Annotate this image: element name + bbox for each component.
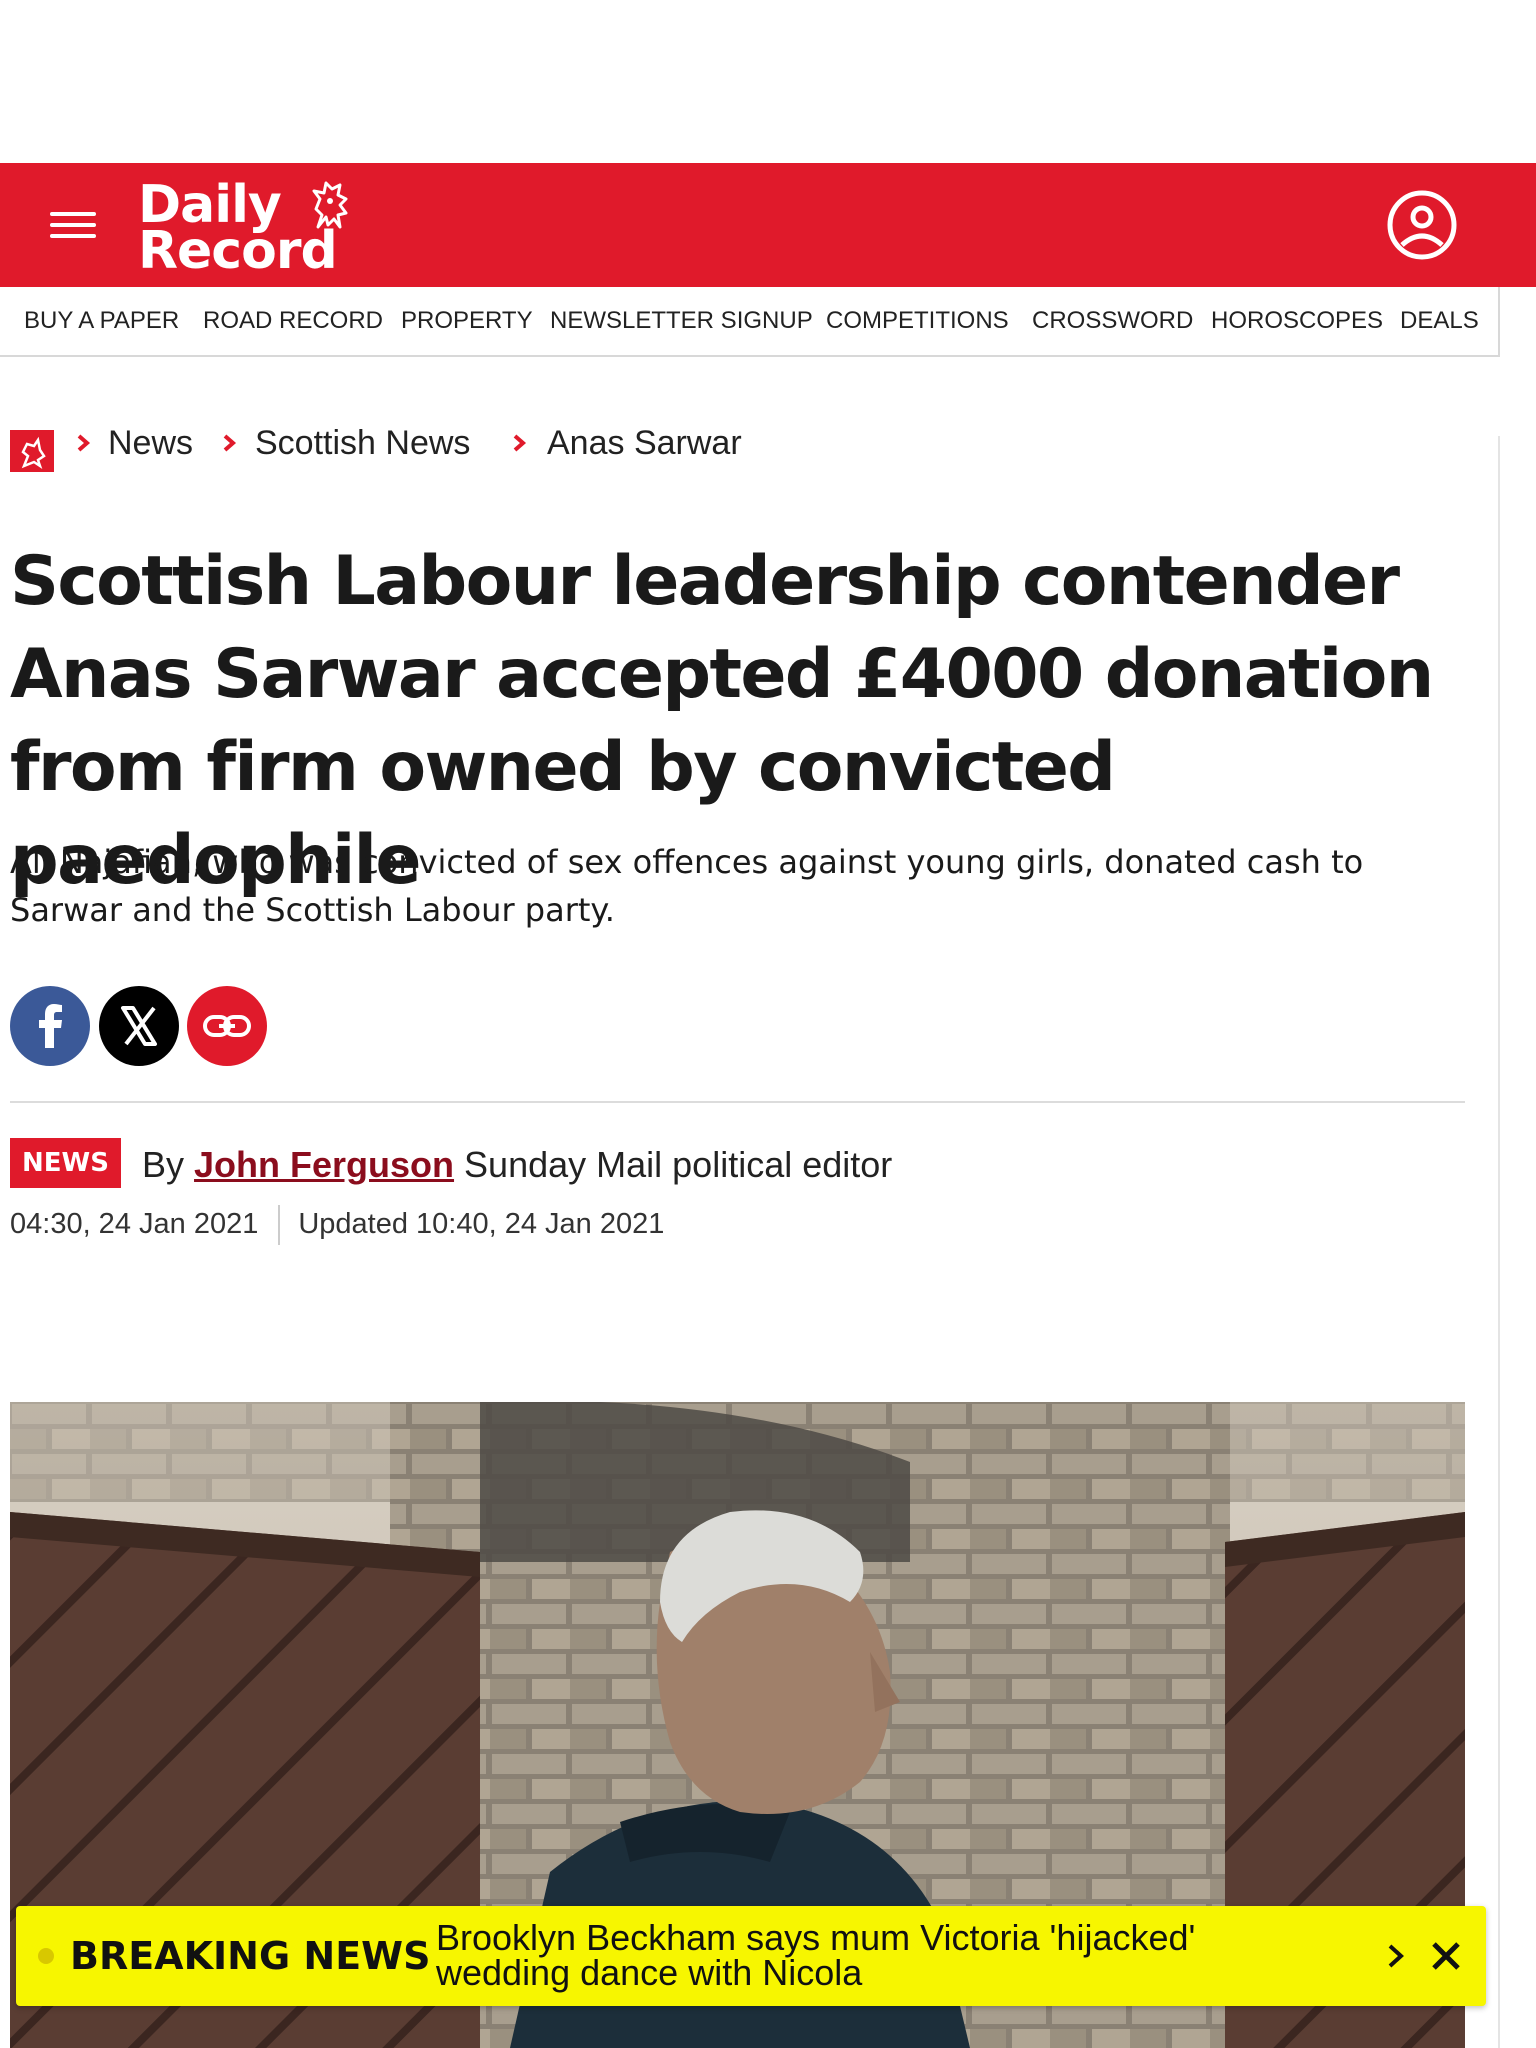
content-column-edge [1498,436,1500,2048]
close-icon[interactable] [1424,1934,1468,1978]
live-dot-icon [38,1948,54,1964]
nav-competitions[interactable]: COMPETITIONS [826,287,1009,355]
byline-prefix: By [142,1144,185,1185]
site-header: Daily Record [0,163,1536,287]
breaking-news-label: BREAKING NEWS [70,1934,431,1978]
top-blank-area [0,0,1536,163]
share-divider [10,1101,1465,1103]
date-separator [278,1205,281,1246]
copy-link-icon [203,1015,251,1037]
nav-property[interactable]: PROPERTY [401,287,533,355]
facebook-icon [39,1004,62,1048]
breaking-news-bar: BREAKING NEWS Brooklyn Beckham says mum … [16,1906,1486,2006]
daily-record-logo[interactable]: Daily Record [138,175,378,279]
nav-deals[interactable]: DEALS [1400,287,1479,355]
author-role: Sunday Mail political editor [464,1144,893,1185]
share-x-button[interactable] [99,986,179,1066]
nav-crossword[interactable]: CROSSWORD [1032,287,1193,355]
account-user-icon[interactable] [1386,189,1458,261]
share-copy-link-button[interactable] [187,986,267,1066]
nav-horoscopes[interactable]: HOROSCOPES [1211,287,1383,355]
breadcrumb-anas-sarwar[interactable]: Anas Sarwar [547,420,742,466]
updated-time: Updated 10:40, 24 Jan 2021 [298,1208,665,1240]
chevron-right-icon [223,434,237,452]
published-time: 04:30, 24 Jan 2021 [10,1208,259,1240]
top-navigation: BUY A PAPER ROAD RECORD PROPERTY NEWSLET… [0,287,1500,357]
breadcrumb-news[interactable]: News [108,420,193,466]
chevron-right-icon [77,434,91,452]
nav-road-record[interactable]: ROAD RECORD [203,287,383,355]
author-link[interactable]: John Ferguson [194,1144,454,1185]
nav-newsletter-signup[interactable]: NEWSLETTER SIGNUP [550,287,813,355]
article-dates: 04:30, 24 Jan 2021 Updated 10:40, 24 Jan … [10,1202,664,1246]
lion-home-icon[interactable] [10,430,54,472]
chevron-right-icon[interactable] [1376,1936,1416,1976]
article-standfirst: Ali Najafian, who was convicted of sex o… [10,843,1364,929]
breadcrumb: News Scottish News Anas Sarwar [10,420,1490,472]
byline: By John Ferguson Sunday Mail political e… [142,1142,892,1188]
nav-buy-a-paper[interactable]: BUY A PAPER [24,287,179,355]
breaking-news-headline[interactable]: Brooklyn Beckham says mum Victoria 'hija… [436,1920,1336,1991]
hamburger-menu-icon[interactable] [50,208,96,242]
lion-rampant-icon [312,181,348,229]
section-badge[interactable]: NEWS [10,1138,121,1188]
chevron-right-icon [513,434,527,452]
share-facebook-button[interactable] [10,986,90,1066]
x-twitter-icon [121,1006,157,1046]
breadcrumb-scottish-news[interactable]: Scottish News [255,420,470,466]
